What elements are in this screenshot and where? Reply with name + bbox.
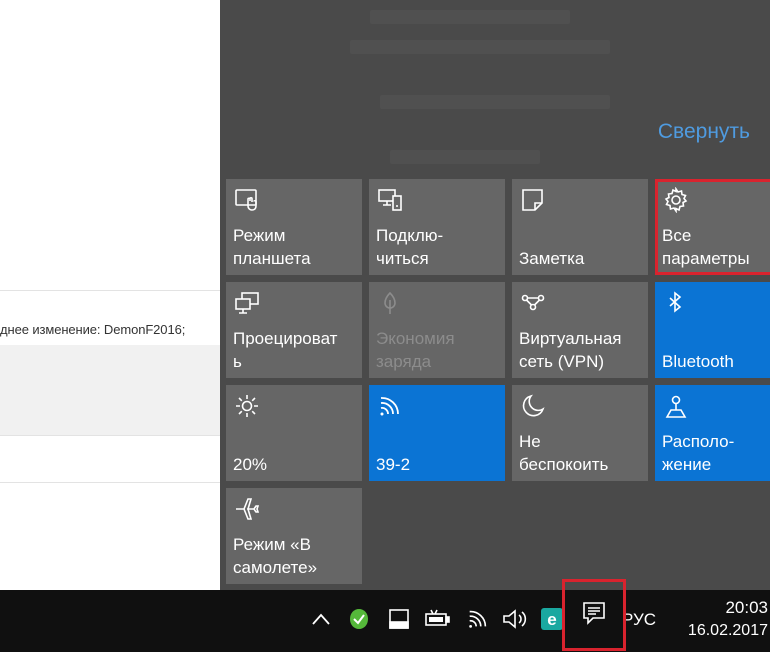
airplane-icon — [234, 496, 260, 522]
location-icon — [663, 393, 689, 419]
vpn-icon — [520, 290, 546, 316]
tile-airplane[interactable]: Режим «В самолете» — [226, 488, 362, 584]
tile-label: Все параметры — [662, 226, 750, 268]
taskbar: e РУС 20:03 16.02.2017 — [0, 590, 770, 652]
tile-bluetooth[interactable]: Bluetooth — [655, 282, 770, 378]
note-icon — [520, 187, 546, 213]
clock[interactable]: 20:03 16.02.2017 — [670, 596, 770, 642]
tile-all-settings[interactable]: Все параметры — [655, 179, 770, 275]
connect-icon — [377, 187, 403, 213]
collapse-link[interactable]: Свернуть — [658, 120, 750, 144]
project-icon — [234, 290, 260, 316]
tile-battery-saver[interactable]: Экономия заряда — [369, 282, 505, 378]
eset-icon[interactable]: e — [537, 602, 567, 636]
last-modified-text: днее изменение: DemonF2016; — [0, 322, 186, 337]
panel-band — [0, 345, 222, 435]
wifi-icon — [377, 393, 403, 419]
tile-location[interactable]: Располо- жение — [655, 385, 770, 481]
tile-label: 39-2 — [376, 455, 411, 474]
tile-label: Не беспокоить — [519, 432, 609, 474]
tile-brightness[interactable]: 20% — [226, 385, 362, 481]
tile-wifi[interactable]: 39-2 — [369, 385, 505, 481]
input-language[interactable]: РУС — [622, 610, 656, 630]
tile-quiet-hours[interactable]: Не беспокоить — [512, 385, 648, 481]
tile-note[interactable]: Заметка — [512, 179, 648, 275]
tile-project[interactable]: Проецироват ь — [226, 282, 362, 378]
volume-icon[interactable] — [500, 602, 530, 636]
brightness-icon — [234, 393, 260, 419]
bluetooth-icon — [663, 290, 689, 316]
tile-tablet-mode[interactable]: Режим планшета — [226, 179, 362, 275]
gear-icon — [663, 187, 689, 213]
notifications-button[interactable] — [562, 579, 626, 651]
tile-label: Проецироват ь — [233, 329, 338, 371]
background-window: днее изменение: DemonF2016; — [0, 0, 222, 590]
storage-icon[interactable] — [384, 602, 414, 636]
tile-label: 20% — [233, 455, 268, 474]
tile-label: Экономия заряда — [376, 329, 455, 371]
tile-connect[interactable]: Подклю- читься — [369, 179, 505, 275]
moon-icon — [520, 393, 546, 419]
battery-icon[interactable] — [422, 602, 452, 636]
tile-label: Режим «В самолете» — [233, 535, 318, 577]
security-app-icon[interactable] — [344, 602, 374, 636]
tile-vpn[interactable]: Виртуальная сеть (VPN) — [512, 282, 648, 378]
divider — [0, 482, 222, 483]
notifications-icon — [581, 600, 607, 631]
clock-time: 20:03 — [725, 598, 768, 617]
tile-label: Заметка — [519, 249, 585, 268]
tile-label: Располо- жение — [662, 432, 735, 474]
tile-label: Режим планшета — [233, 226, 311, 268]
clock-date: 16.02.2017 — [687, 622, 768, 639]
tablet-mode-icon — [234, 187, 260, 213]
tile-label: Виртуальная сеть (VPN) — [519, 329, 622, 371]
wifi-icon[interactable] — [463, 602, 493, 636]
battery-saver-icon — [377, 290, 403, 316]
eset-letter: e — [547, 610, 556, 629]
divider — [0, 290, 222, 291]
divider — [0, 435, 222, 436]
action-center-panel: Свернуть Режим планшета Подклю- читься З… — [220, 0, 770, 590]
tile-label: Bluetooth — [662, 352, 734, 371]
chevron-up-icon[interactable] — [306, 602, 336, 636]
tile-label: Подклю- читься — [376, 226, 444, 268]
